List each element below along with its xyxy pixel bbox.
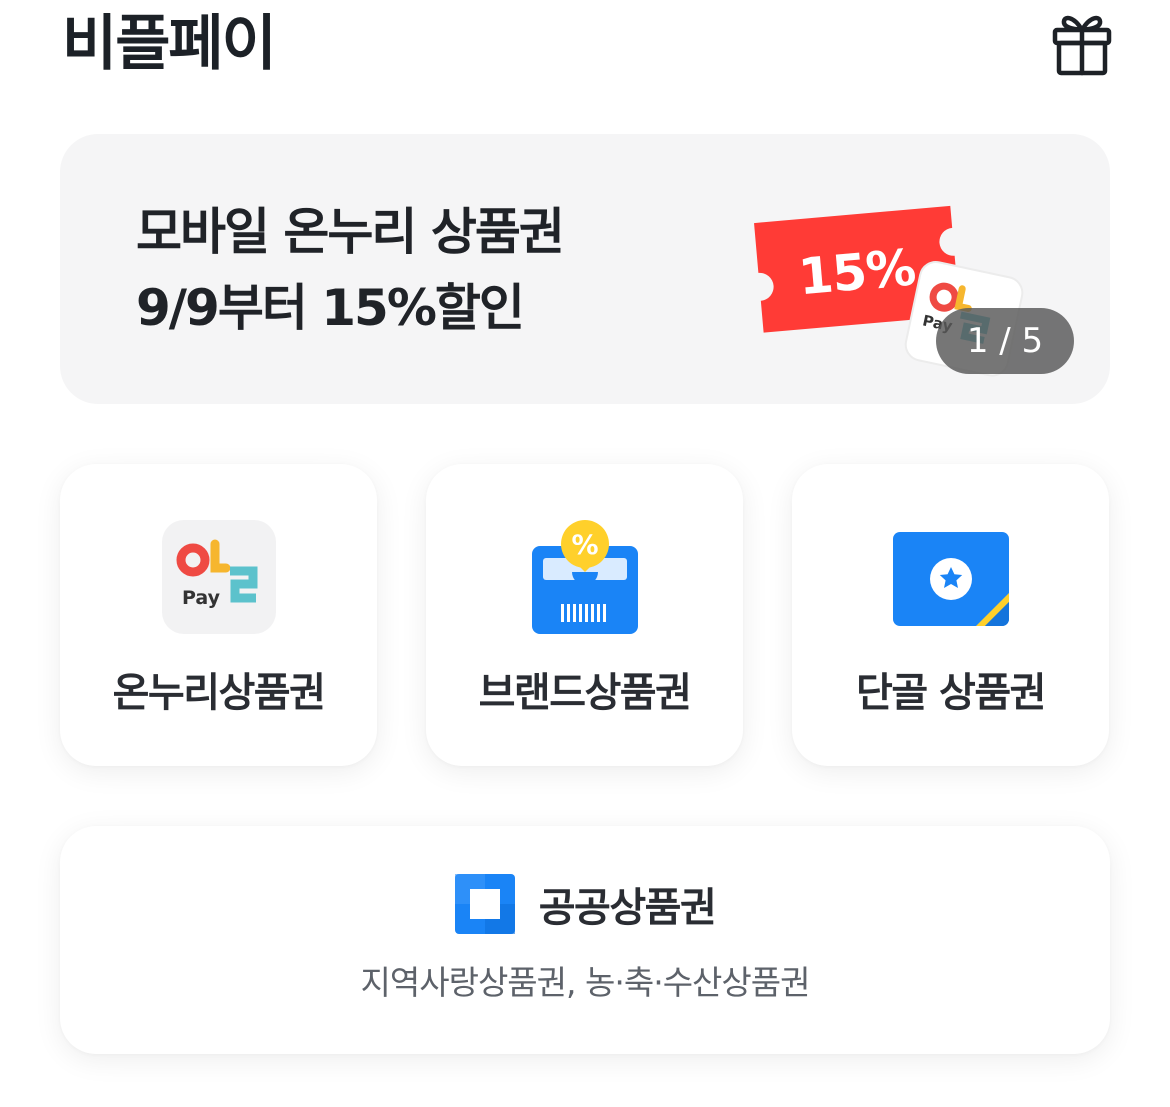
banner-page-indicator: 1 / 5 <box>936 308 1074 374</box>
onnuri-pay-logo-icon: Pay <box>162 520 276 634</box>
public-voucher-card[interactable]: 공공상품권 지역사랑상품권, 농·축·수산상품권 <box>60 826 1110 1054</box>
public-title-row: 공공상품권 <box>60 874 1110 934</box>
ticket-text: 15% <box>796 238 917 306</box>
tile-label: 단골 상품권 <box>856 670 1046 716</box>
tile-badge-text: % <box>571 530 598 561</box>
gift-button[interactable] <box>1046 6 1118 78</box>
public-subtitle: 지역사랑상품권, 농·축·수산상품권 <box>360 963 811 1002</box>
gift-icon <box>1052 15 1112 76</box>
tile-onnuri-voucher[interactable]: Pay 온누리상품권 <box>60 464 377 766</box>
public-title: 공공상품권 <box>538 885 717 931</box>
header: 비플페이 <box>0 0 1170 100</box>
tile-label: 온누리상품권 <box>112 670 326 716</box>
banner-line-1: 모바일 온누리 상품권 <box>136 203 565 261</box>
tile-brand-voucher[interactable]: % 브랜드상품권 <box>426 464 743 766</box>
banner-line-2: 9/9부터 15%할인 <box>136 279 525 337</box>
tile-label: 브랜드상품권 <box>478 670 692 716</box>
promo-banner[interactable]: 모바일 온누리 상품권 9/9부터 15%할인 15% Pay 1 / 5 <box>60 134 1110 404</box>
banner-text: 모바일 온누리 상품권 9/9부터 15%할인 <box>136 194 565 346</box>
page-title: 비플페이 <box>62 9 277 79</box>
brand-voucher-icon: % <box>532 520 638 634</box>
public-voucher-square-icon <box>454 874 515 934</box>
tile-regular-voucher[interactable]: 단골 상품권 <box>792 464 1109 766</box>
regular-voucher-star-icon <box>893 532 1009 626</box>
tile-logo-text: Pay <box>182 587 221 609</box>
